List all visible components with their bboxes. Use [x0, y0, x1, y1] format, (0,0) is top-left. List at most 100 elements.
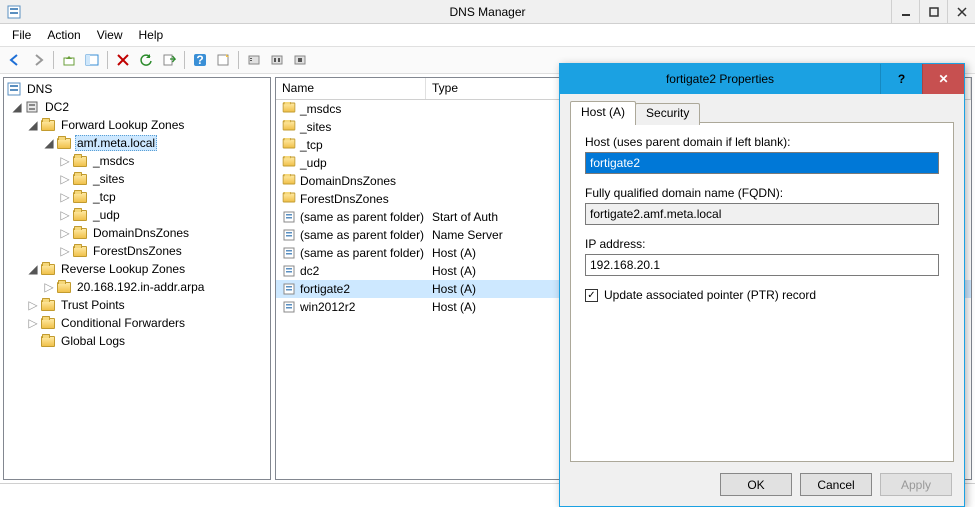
tree-flz[interactable]: ◢ Forward Lookup Zones [4, 116, 270, 134]
dns-record-icon [282, 210, 296, 224]
expand-twisty-icon[interactable]: ▷ [58, 154, 72, 168]
folder-icon [282, 174, 296, 188]
expand-twisty-icon[interactable]: ▷ [58, 208, 72, 222]
tree-server-dc2[interactable]: ◢ DC2 [4, 98, 270, 116]
tree-node-label: Forward Lookup Zones [59, 118, 186, 132]
tree-zone-child[interactable]: ▷ DomainDnsZones [4, 224, 270, 242]
list-cell-type: Name Server [432, 228, 503, 242]
dialog-titlebar[interactable]: fortigate2 Properties ? ✕ [560, 64, 964, 94]
dns-record-icon [282, 300, 296, 314]
folder-icon [72, 225, 88, 241]
expand-twisty-icon[interactable]: ▷ [26, 316, 40, 330]
tree-node-label: Trust Points [59, 298, 127, 312]
folder-icon [72, 153, 88, 169]
tree-global-logs[interactable]: ▷ Global Logs [4, 332, 270, 350]
list-cell-name: fortigate2 [300, 282, 350, 296]
ok-button[interactable]: OK [720, 473, 792, 496]
ip-field-label: IP address: [585, 237, 939, 251]
tree-conditional-forwarders[interactable]: ▷ Conditional Forwarders [4, 314, 270, 332]
host-field-label: Host (uses parent domain if left blank): [585, 135, 939, 149]
show-hide-tree-icon[interactable] [81, 49, 103, 71]
folder-icon [282, 192, 296, 206]
fqdn-field-label: Fully qualified domain name (FQDN): [585, 186, 939, 200]
tree-zone-child[interactable]: ▷ _sites [4, 170, 270, 188]
dialog-help-button[interactable]: ? [880, 64, 922, 94]
host-field[interactable] [585, 152, 939, 174]
dialog-title: fortigate2 Properties [560, 72, 880, 86]
tree-node-label: DomainDnsZones [91, 226, 191, 240]
help-icon[interactable]: ? [189, 49, 211, 71]
list-cell-type: Host (A) [432, 246, 476, 260]
folder-icon [282, 138, 296, 152]
tab-host-a[interactable]: Host (A) [570, 101, 636, 123]
folder-icon [56, 135, 72, 151]
delete-icon[interactable] [112, 49, 134, 71]
list-cell-type: Host (A) [432, 264, 476, 278]
folder-icon [72, 207, 88, 223]
new-record-icon[interactable] [212, 49, 234, 71]
expand-twisty-icon[interactable]: ▷ [58, 172, 72, 186]
tree-node-label: _tcp [91, 190, 118, 204]
menu-view[interactable]: View [89, 26, 131, 44]
folder-icon [282, 102, 296, 116]
menu-help[interactable]: Help [131, 26, 172, 44]
back-arrow-icon[interactable] [4, 49, 26, 71]
expand-twisty-icon[interactable]: ▷ [58, 190, 72, 204]
tab-strip: Host (A) Security [570, 101, 954, 123]
dns-record-icon [282, 282, 296, 296]
ptr-checkbox-row[interactable]: ✓ Update associated pointer (PTR) record [585, 288, 939, 302]
collapse-twisty-icon[interactable]: ◢ [42, 136, 56, 150]
export-list-icon[interactable] [158, 49, 180, 71]
tab-page-host-a: Host (uses parent domain if left blank):… [570, 122, 954, 462]
expand-twisty-icon[interactable]: ▷ [42, 280, 56, 294]
tree-zone-child[interactable]: ▷ _msdcs [4, 152, 270, 170]
collapse-twisty-icon[interactable]: ◢ [26, 118, 40, 132]
svg-text:?: ? [196, 53, 203, 67]
titlebar: DNS Manager [0, 0, 975, 24]
list-cell-name: (same as parent folder) [300, 246, 424, 260]
folder-icon [40, 315, 56, 331]
toolbar-separator [184, 51, 185, 69]
tree-zone-child[interactable]: ▷ _udp [4, 206, 270, 224]
tree-rlz-zone[interactable]: ▷ 20.168.192.in-addr.arpa [4, 278, 270, 296]
dialog-close-button[interactable]: ✕ [922, 64, 964, 94]
tree-zone-child[interactable]: ▷ ForestDnsZones [4, 242, 270, 260]
folder-icon [72, 171, 88, 187]
column-header-name[interactable]: Name [276, 78, 426, 99]
tree-node-label: 20.168.192.in-addr.arpa [75, 280, 206, 294]
collapse-twisty-icon[interactable]: ◢ [26, 262, 40, 276]
server-pause-icon[interactable] [266, 49, 288, 71]
tree-root-dns[interactable]: DNS [4, 80, 270, 98]
expand-twisty-icon[interactable]: ▷ [58, 244, 72, 258]
tree-trust-points[interactable]: ▷ Trust Points [4, 296, 270, 314]
list-cell-name: _udp [300, 156, 327, 170]
refresh-icon[interactable] [135, 49, 157, 71]
menu-action[interactable]: Action [39, 26, 88, 44]
ptr-checkbox[interactable]: ✓ [585, 289, 598, 302]
folder-icon [56, 279, 72, 295]
menu-file[interactable]: File [4, 26, 39, 44]
apply-button[interactable]: Apply [880, 473, 952, 496]
scope-tree[interactable]: DNS ◢ DC2 ◢ Forward Lookup Zones ◢ amf.m… [3, 77, 271, 480]
folder-icon [40, 117, 56, 133]
tab-security[interactable]: Security [635, 103, 700, 125]
tree-zone-child[interactable]: ▷ _tcp [4, 188, 270, 206]
tree-zone-amf-meta-local[interactable]: ◢ amf.meta.local [4, 134, 270, 152]
tree-node-label: _msdcs [91, 154, 136, 168]
forward-arrow-icon[interactable] [27, 49, 49, 71]
expand-twisty-icon[interactable]: ▷ [26, 298, 40, 312]
tree-rlz[interactable]: ◢ Reverse Lookup Zones [4, 260, 270, 278]
list-cell-name: dc2 [300, 264, 319, 278]
server-stop-icon[interactable] [289, 49, 311, 71]
collapse-twisty-icon[interactable]: ◢ [10, 100, 24, 114]
up-level-icon[interactable] [58, 49, 80, 71]
list-cell-name: _tcp [300, 138, 323, 152]
server-start-icon[interactable] [243, 49, 265, 71]
dns-record-icon [282, 246, 296, 260]
cancel-button[interactable]: Cancel [800, 473, 872, 496]
list-cell-name: (same as parent folder) [300, 228, 424, 242]
expand-twisty-icon[interactable]: ▷ [58, 226, 72, 240]
tree-node-label: Global Logs [59, 334, 127, 348]
ip-field[interactable] [585, 254, 939, 276]
tree-node-label: amf.meta.local [75, 135, 157, 151]
